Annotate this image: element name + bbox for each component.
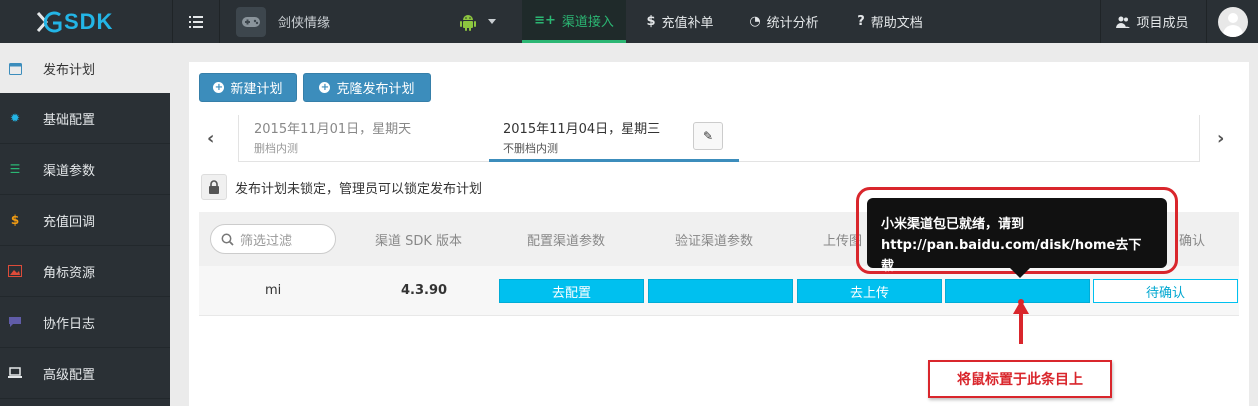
lock-button[interactable]	[201, 174, 227, 200]
tab-label: 充值补单	[661, 16, 714, 31]
game-name: 剑侠情缘	[278, 16, 331, 31]
tooltip-line: 小米渠道包已就绪，请到	[881, 217, 1025, 232]
tab-label: 渠道接入	[561, 14, 614, 30]
column-header: 渠道 SDK 版本	[375, 234, 463, 249]
lock-notice: 发布计划未锁定，管理员可以锁定发布计划	[201, 174, 482, 200]
sidebar: 发布计划 ✹ 基础配置 ☰ 渠道参数 $ 充值回调 角标资源 协作日志 高级配置	[0, 43, 170, 406]
search-input[interactable]: 筛选过滤	[210, 224, 336, 254]
button-label: 新建计划	[230, 82, 283, 97]
channel-name: mi	[265, 283, 282, 298]
members-label: 项目成员	[1136, 16, 1189, 31]
laptop-icon	[8, 366, 22, 380]
plan-tab[interactable]: 2015年11月01日，星期天 删档内测	[254, 118, 411, 156]
question-icon: ?	[857, 14, 865, 29]
tab-label: 帮助文档	[870, 16, 923, 31]
arrow-up-icon	[1013, 300, 1029, 314]
brand-name: SDK	[64, 8, 114, 34]
tab-statistics[interactable]: ◔ 统计分析	[734, 0, 834, 43]
search-placeholder: 筛选过滤	[240, 233, 293, 249]
download-tooltip: 小米渠道包已就绪，请到 http://pan.baidu.com/disk/ho…	[867, 198, 1167, 274]
clone-plan-button[interactable]: + 克隆发布计划	[303, 73, 431, 102]
chevron-down-icon	[488, 19, 496, 24]
logo-mark-icon	[36, 11, 62, 32]
plan-subtitle: 不删档内测	[503, 142, 558, 155]
tab-channel-access[interactable]: ≡+ 渠道接入	[522, 0, 626, 43]
menu-icon	[189, 15, 203, 28]
gamepad-icon	[236, 6, 266, 37]
sidebar-item-label: 角标资源	[43, 265, 96, 281]
plan-date: 2015年11月01日，星期天	[254, 122, 412, 137]
sidebar-item-label: 高级配置	[43, 367, 96, 383]
lock-notice-text: 发布计划未锁定，管理员可以锁定发布计划	[235, 181, 483, 197]
sidebar-item-collab-log[interactable]: 协作日志	[0, 297, 170, 348]
sidebar-item-label: 基础配置	[43, 112, 96, 128]
chevron-left-icon[interactable]: ‹	[207, 128, 214, 149]
plus-circle-icon: +	[213, 81, 225, 93]
plug-icon: ≡+	[534, 12, 556, 28]
configure-button[interactable]: 去配置	[499, 279, 644, 303]
comment-icon	[8, 315, 22, 329]
sidebar-item-channel-params[interactable]: ☰ 渠道参数	[0, 144, 170, 195]
sidebar-item-label: 充值回调	[43, 214, 96, 230]
edit-plan-button[interactable]: ✎	[693, 122, 723, 150]
sdk-version: 4.3.90	[401, 283, 448, 298]
pencil-icon: ✎	[702, 129, 714, 143]
top-navbar: SDK 剑侠情缘 ≡+ 渠道接入 $ 充值补单 ◔ 统计分析 ? 帮助文档 项目…	[0, 0, 1258, 43]
column-header: 验证渠道参数	[675, 234, 754, 249]
dollar-icon: $	[646, 14, 656, 29]
sidebar-item-badge-resources[interactable]: 角标资源	[0, 246, 170, 297]
pie-chart-icon: ◔	[749, 14, 761, 29]
annotation-callout: 将鼠标置于此条目上	[928, 360, 1112, 398]
project-members-button[interactable]: 项目成员	[1100, 0, 1204, 43]
new-plan-button[interactable]: + 新建计划	[199, 73, 297, 102]
sidebar-item-label: 渠道参数	[43, 163, 96, 179]
active-tab-indicator	[489, 159, 739, 162]
users-icon	[1116, 16, 1131, 28]
sidebar-item-release-plan[interactable]: 发布计划	[0, 43, 170, 93]
column-header: 配置渠道参数	[527, 234, 606, 249]
verify-button[interactable]	[648, 279, 793, 303]
menu-toggle-button[interactable]	[172, 0, 220, 43]
plan-subtitle: 删档内测	[254, 142, 298, 155]
button-label: 克隆发布计划	[336, 82, 415, 97]
sidebar-item-label: 协作日志	[43, 316, 96, 332]
dollar-icon: $	[10, 213, 20, 227]
list-icon: ☰	[9, 162, 21, 176]
sidebar-item-label: 发布计划	[43, 62, 96, 78]
tab-label: 统计分析	[766, 16, 819, 31]
platform-selector[interactable]	[460, 0, 496, 43]
sidebar-item-basic-config[interactable]: ✹ 基础配置	[0, 93, 170, 144]
search-icon	[221, 233, 234, 246]
plan-date: 2015年11月04日，星期三	[503, 122, 661, 137]
user-menu[interactable]	[1206, 0, 1258, 43]
column-header: 确认	[1179, 234, 1206, 249]
upload-button[interactable]: 去上传	[797, 279, 942, 303]
tab-recharge-fix[interactable]: $ 充值补单	[630, 0, 730, 43]
plan-tab-active[interactable]: 2015年11月04日，星期三 不删档内测	[503, 118, 660, 156]
logo[interactable]: SDK	[0, 0, 170, 43]
plan-date-strip: 2015年11月01日，星期天 删档内测 2015年11月04日，星期三 不删档…	[238, 115, 1200, 162]
sidebar-item-advanced-config[interactable]: 高级配置	[0, 348, 170, 399]
tooltip-pointer	[1010, 268, 1030, 278]
android-icon	[460, 14, 476, 31]
lock-icon	[209, 180, 219, 194]
sidebar-item-recharge-callback[interactable]: $ 充值回调	[0, 195, 170, 246]
pending-confirm-button[interactable]: 待确认	[1093, 279, 1238, 303]
chevron-right-icon[interactable]: ›	[1217, 128, 1224, 149]
calendar-icon	[8, 61, 22, 75]
tab-help-docs[interactable]: ? 帮助文档	[840, 0, 940, 43]
plus-circle-icon: +	[319, 81, 331, 93]
image-icon	[8, 264, 22, 278]
avatar	[1217, 6, 1248, 37]
gear-icon: ✹	[9, 111, 21, 125]
